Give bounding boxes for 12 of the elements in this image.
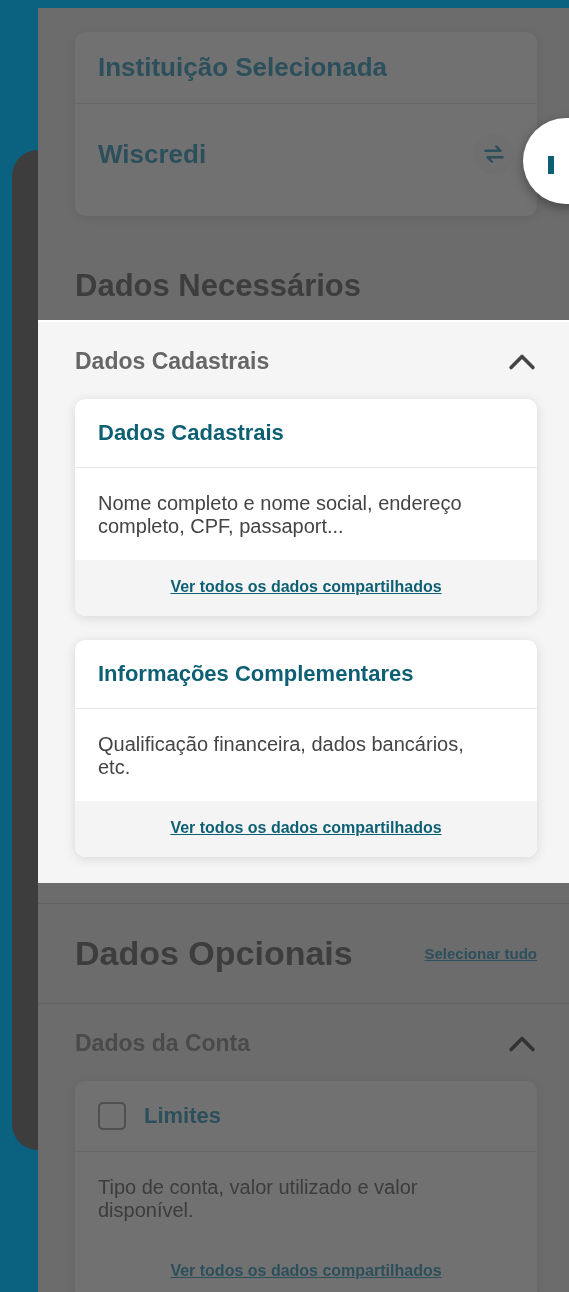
card-title: Informações Complementares [98,661,414,687]
card-title: Limites [144,1103,222,1129]
see-all-link[interactable]: Ver todos os dados compartilhados [170,578,442,595]
bar-icon [548,156,554,174]
see-all-link[interactable]: Ver todos os dados compartilhados [170,819,442,836]
card-title: Dados Cadastrais [98,420,284,446]
institution-name: Wiscredi [98,138,207,170]
card-description: Qualificação financeira, dados bancários, etc. [97,732,465,780]
group-title: Dados Cadastrais [75,348,270,375]
card-description: Nome completo e nome social, endereço completo, CPF, passaport... [97,491,463,539]
checkbox[interactable] [98,1102,126,1130]
card-heading: Instituição Selecionada [75,32,537,104]
